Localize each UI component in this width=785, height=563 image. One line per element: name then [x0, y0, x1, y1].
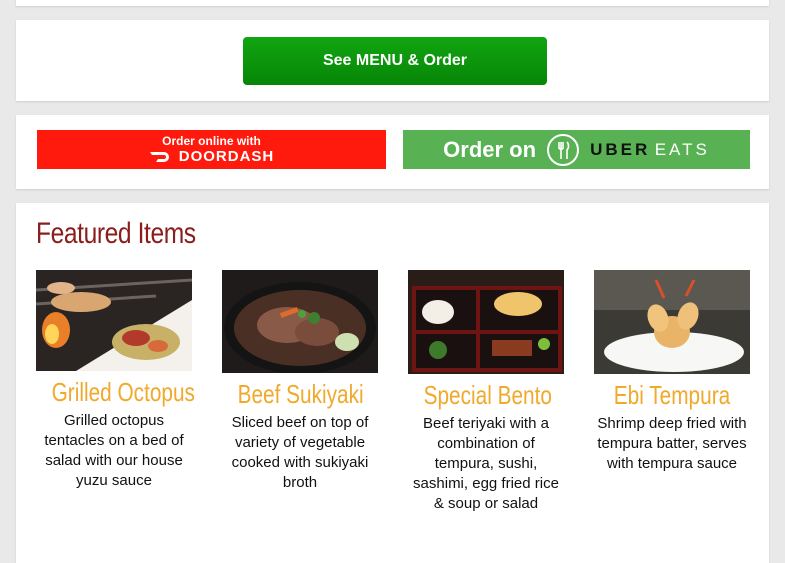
featured-item[interactable]: Beef Sukiyaki Sliced beef on top of vari…	[222, 270, 378, 493]
item-name: Beef Sukiyaki	[237, 379, 364, 409]
ubereats-banner[interactable]: Order on UBER EATS	[403, 130, 750, 169]
doordash-name: DOORDASH	[178, 148, 275, 165]
ebi-tempura-image	[594, 270, 750, 374]
doordash-banner[interactable]: Order online with DOORDASH	[37, 130, 386, 169]
see-menu-order-button[interactable]: See MENU & Order	[243, 37, 547, 85]
item-name: Special Bento	[423, 380, 552, 410]
item-description: Sliced beef on top of variety of vegetab…	[231, 414, 369, 491]
item-description: Shrimp deep fried with tempura batter, s…	[597, 415, 747, 472]
featured-title: Featured Items	[36, 217, 196, 250]
beef-sukiyaki-image	[222, 270, 378, 373]
fork-knife-icon	[547, 133, 580, 166]
featured-item[interactable]: Grilled Octopus Grilled octopus tentacle…	[36, 270, 195, 491]
top-card	[16, 0, 769, 6]
menu-card: See MENU & Order	[16, 20, 769, 101]
order-online-card: Order online with DOORDASH Order on UBER…	[16, 115, 769, 189]
ubereats-brand-eats: EATS	[654, 139, 710, 159]
item-name: Grilled Octopus	[51, 377, 195, 407]
featured-item[interactable]: Special Bento Beef teriyaki with a combi…	[408, 270, 564, 514]
doordash-prefix: Order online with	[162, 134, 261, 148]
special-bento-image	[408, 270, 564, 374]
item-description: Grilled octopus tentacles on a bed of sa…	[44, 412, 184, 489]
featured-item[interactable]: Ebi Tempura Shrimp deep fried with tempu…	[594, 270, 750, 474]
ubereats-brand-uber: UBER	[590, 139, 651, 159]
item-name: Ebi Tempura	[613, 380, 731, 410]
grilled-octopus-image	[36, 270, 192, 371]
doordash-logo-icon	[149, 151, 169, 162]
ubereats-prefix: Order on	[443, 136, 537, 162]
featured-items-card: Featured Items Grilled Octopus Grilled o…	[16, 203, 769, 563]
item-description: Beef teriyaki with a combination of temp…	[413, 415, 559, 512]
